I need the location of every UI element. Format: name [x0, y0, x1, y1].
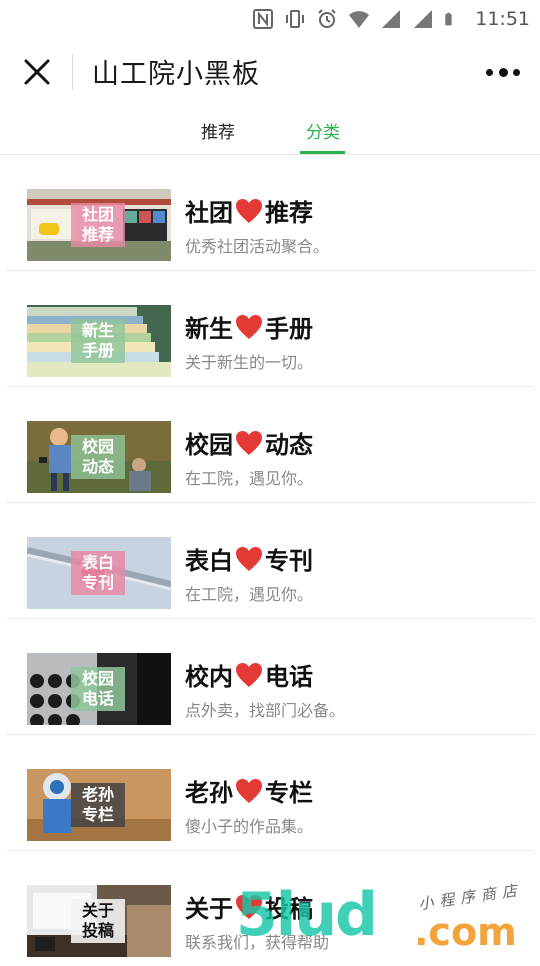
close-icon[interactable] — [20, 55, 54, 89]
thumbnail-image: 校园 电话 — [27, 653, 171, 725]
thumbnail-badge: 校园 动态 — [71, 435, 125, 479]
thumbnail-badge: 表白 专刊 — [71, 551, 125, 595]
more-dot — [498, 67, 508, 77]
badge-line: 电话 — [81, 689, 114, 708]
thumbnail-image: 校园 动态 — [27, 421, 171, 493]
thumbnail-badge: 关于 投稿 — [71, 899, 125, 943]
title-left: 关于 — [185, 895, 233, 923]
alarm-icon — [318, 9, 336, 28]
status-time: 11:51 — [475, 8, 530, 30]
badge-line: 表白 — [81, 553, 114, 572]
list-item-confession[interactable]: 表白 专刊 表白 专刊 在工院，遇见你。 — [6, 503, 534, 619]
title-left: 表白 — [185, 547, 233, 575]
page-title: 山工院小黑板 — [92, 59, 260, 90]
more-dot — [513, 68, 520, 76]
badge-line: 校园 — [81, 669, 114, 688]
app-header: 山工院小黑板 — [0, 38, 540, 106]
header-divider — [72, 54, 73, 90]
list-item-club[interactable]: 社团 推荐 社团 推荐 优秀社团活动聚合。 — [6, 155, 534, 271]
tab-category[interactable]: 分类 — [306, 118, 340, 143]
vibrate-icon — [286, 10, 304, 28]
title-right: 专刊 — [265, 547, 313, 575]
badge-line: 投稿 — [81, 921, 114, 940]
list-item-campus-news[interactable]: 校园 动态 校园 动态 在工院，遇见你。 — [6, 387, 534, 503]
badge-line: 专栏 — [81, 805, 114, 824]
heart-icon — [236, 430, 262, 455]
wifi-icon — [349, 11, 369, 28]
thumbnail-badge: 校园 电话 — [71, 667, 125, 711]
heart-icon — [236, 894, 262, 919]
status-icons — [252, 6, 458, 32]
title-right: 动态 — [265, 431, 313, 459]
thumbnail-image: 新生 手册 — [27, 305, 171, 377]
item-title: 关于 投稿 — [185, 889, 313, 924]
title-right: 手册 — [265, 315, 313, 343]
title-left: 校园 — [185, 431, 233, 459]
item-title: 老孙 专栏 — [185, 773, 313, 808]
item-subtitle: 傻小子的作品集。 — [185, 817, 314, 836]
item-title: 表白 专刊 — [185, 541, 313, 576]
thumbnail-badge: 老孙 专栏 — [71, 783, 125, 827]
signal-icon — [382, 10, 400, 28]
item-subtitle: 在工院，遇见你。 — [185, 469, 314, 488]
badge-line: 专刊 — [81, 573, 114, 592]
badge-line: 关于 — [81, 901, 114, 920]
active-tab-indicator — [300, 151, 345, 154]
item-subtitle: 联系我们，获得帮助 — [185, 933, 330, 952]
battery-icon — [445, 12, 452, 26]
list-item-phone[interactable]: 校园 电话 校内 电话 点外卖，找部门必备。 — [6, 619, 534, 735]
more-dot — [486, 68, 493, 76]
signal-icon-2 — [414, 10, 432, 28]
item-subtitle: 点外卖，找部门必备。 — [185, 701, 346, 720]
heart-icon — [236, 546, 262, 571]
badge-line: 动态 — [81, 457, 114, 476]
badge-line: 社团 — [81, 205, 114, 224]
badge-line: 校园 — [81, 437, 114, 456]
title-left: 校内 — [185, 663, 233, 691]
item-title: 校内 电话 — [185, 657, 313, 692]
badge-line: 手册 — [81, 341, 114, 360]
title-left: 老孙 — [185, 779, 233, 807]
tab-recommend[interactable]: 推荐 — [201, 118, 235, 143]
title-right: 投稿 — [265, 895, 313, 923]
nfc-icon — [253, 9, 273, 29]
item-title: 新生 手册 — [185, 309, 313, 344]
title-left: 社团 — [185, 199, 233, 227]
thumbnail-badge: 新生 手册 — [71, 319, 125, 363]
title-right: 推荐 — [265, 199, 313, 227]
tab-bar: 推荐 分类 — [0, 106, 540, 155]
badge-line: 推荐 — [81, 225, 114, 244]
title-right: 电话 — [265, 663, 313, 691]
item-title: 社团 推荐 — [185, 193, 313, 228]
item-subtitle: 在工院，遇见你。 — [185, 585, 314, 604]
list-item-submit[interactable]: 关于 投稿 关于 投稿 联系我们，获得帮助 — [6, 851, 534, 966]
title-right: 专栏 — [265, 779, 313, 807]
status-bar: 11:51 — [0, 0, 540, 38]
heart-icon — [236, 778, 262, 803]
category-list: 社团 推荐 社团 推荐 优秀社团活动聚合。 新生 手册 新生 手册 关于新生的一… — [0, 155, 540, 966]
thumbnail-image: 社团 推荐 — [27, 189, 171, 261]
item-title: 校园 动态 — [185, 425, 313, 460]
title-left: 新生 — [185, 315, 233, 343]
thumbnail-image: 老孙 专栏 — [27, 769, 171, 841]
more-icon[interactable] — [486, 60, 520, 84]
item-subtitle: 关于新生的一切。 — [185, 353, 314, 372]
badge-line: 新生 — [81, 321, 114, 340]
thumbnail-image: 表白 专刊 — [27, 537, 171, 609]
list-item-freshman[interactable]: 新生 手册 新生 手册 关于新生的一切。 — [6, 271, 534, 387]
heart-icon — [236, 198, 262, 223]
heart-icon — [236, 314, 262, 339]
badge-line: 老孙 — [81, 785, 114, 804]
list-item-column[interactable]: 老孙 专栏 老孙 专栏 傻小子的作品集。 — [6, 735, 534, 851]
heart-icon — [236, 662, 262, 687]
item-subtitle: 优秀社团活动聚合。 — [185, 237, 330, 256]
thumbnail-image: 关于 投稿 — [27, 885, 171, 957]
thumbnail-badge: 社团 推荐 — [71, 203, 125, 247]
